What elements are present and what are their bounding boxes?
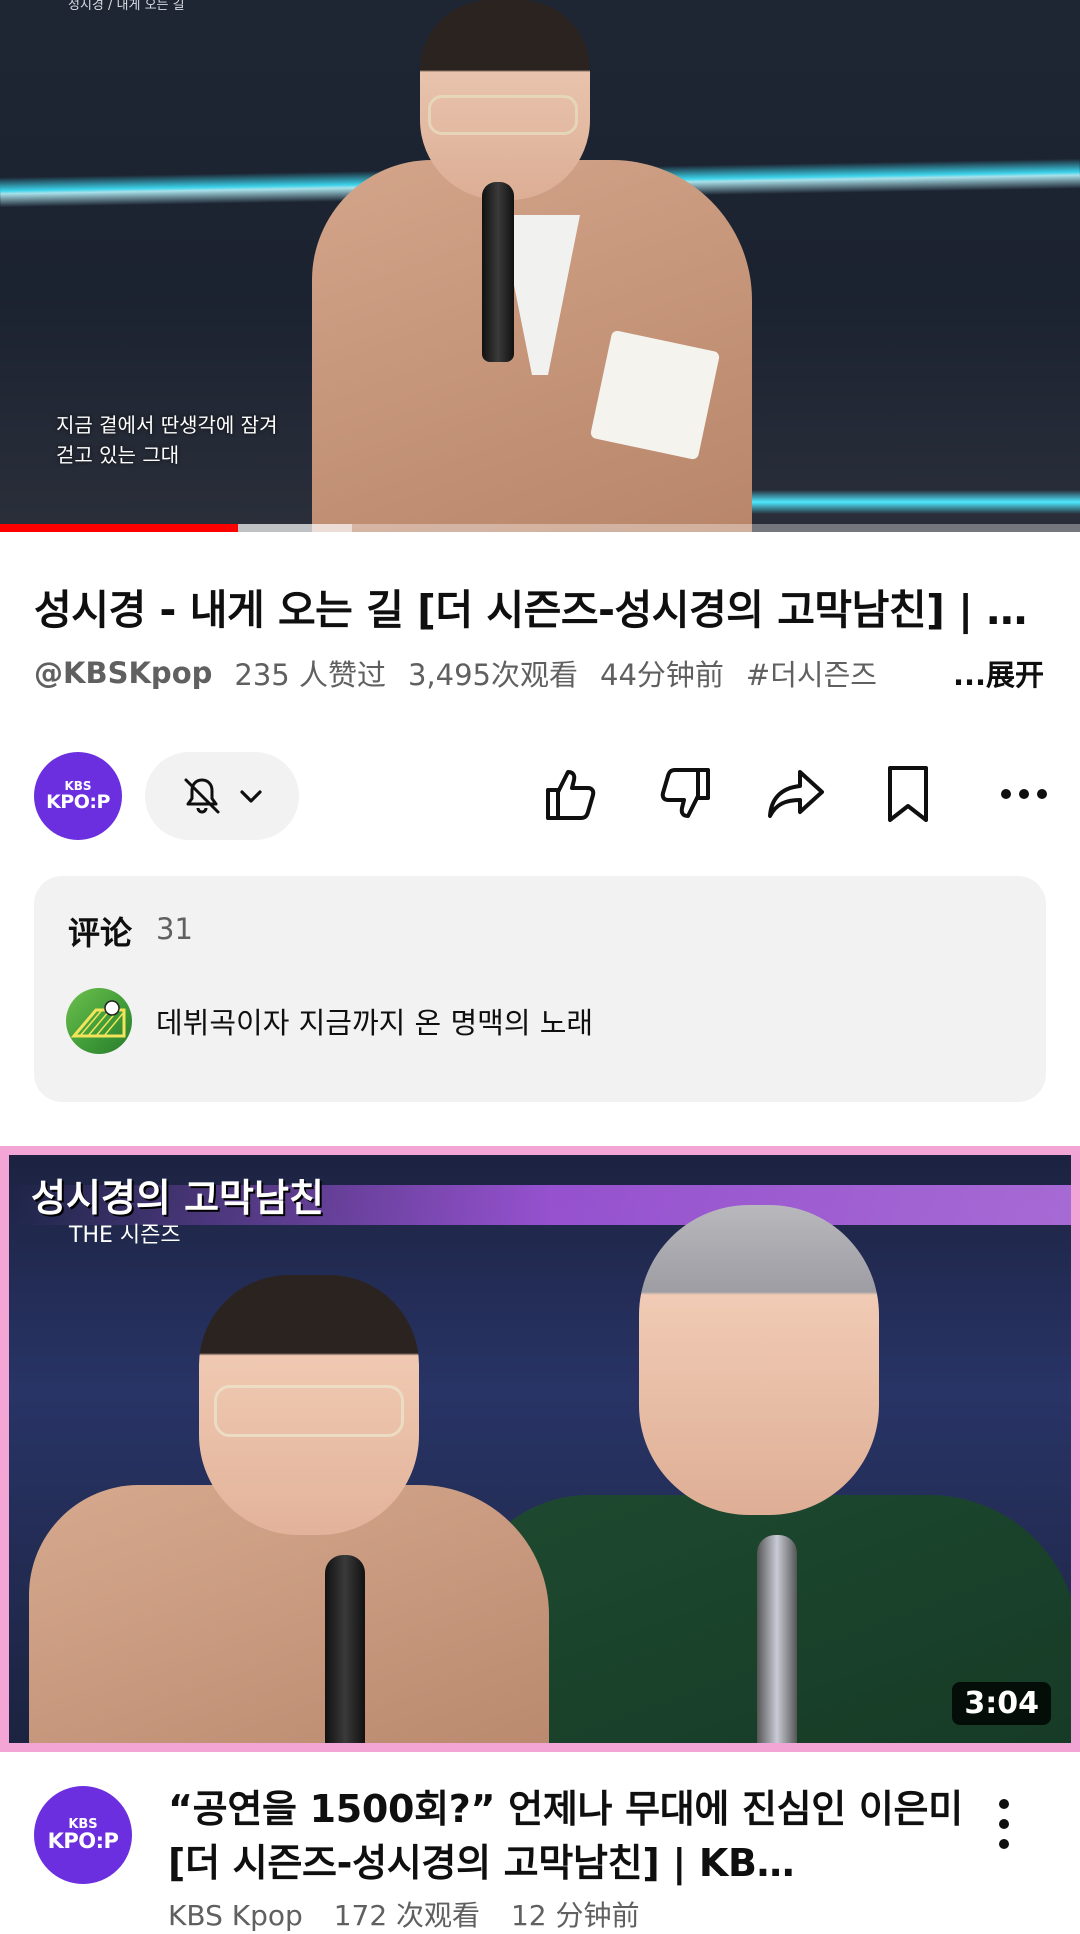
video-subtitle: 지금 곁에서 딴생각에 잠겨 걷고 있는 그대	[56, 410, 277, 470]
thumbnail-show-logo-sub: THE 시즌즈	[69, 1223, 181, 1248]
video-frame-figure	[428, 95, 578, 135]
upload-time: 44分钟前	[600, 658, 724, 692]
view-count: 3,495次观看	[407, 658, 578, 692]
comments-count: 31	[156, 912, 193, 946]
video-player[interactable]: 성시경 / 내게 오는 길 지금 곁에서 딴생각에 잠겨 걷고 있는 그대	[0, 0, 1080, 532]
recommended-channel-name[interactable]: KBS Kpop	[168, 1899, 303, 1932]
expand-description-button[interactable]: ...展开	[942, 652, 1044, 694]
recommended-upload-time: 12 分钟前	[510, 1899, 640, 1932]
bell-off-icon	[184, 778, 220, 814]
chevron-down-icon	[240, 790, 262, 803]
share-icon[interactable]	[764, 762, 828, 826]
comments-label: 评论	[68, 914, 133, 952]
recommended-video-meta: KBS Kpop 172 次观看 12 分钟前	[168, 1894, 662, 1934]
commenter-avatar	[66, 988, 132, 1054]
video-overlay-caption: 성시경 / 내게 오는 길	[68, 0, 185, 13]
save-icon[interactable]	[876, 762, 940, 826]
recommended-channel-avatar[interactable]: KBS KPO:P	[34, 1786, 132, 1884]
channel-handle[interactable]: @KBSKpop	[34, 656, 212, 690]
action-bar: KBS KPO:P	[0, 740, 1080, 850]
thumbnail-show-logo: 성시경의 고막남친	[31, 1176, 324, 1220]
recommended-video-title[interactable]: “공연을 1500회?” 언제나 무대에 진심인 이은미 [더 시즌즈-성시경의…	[168, 1782, 968, 1890]
video-frame-figure	[482, 182, 514, 362]
progress-played	[0, 524, 238, 532]
thumbnail-figure	[459, 1195, 1071, 1743]
channel-logo-text: KPO:P	[47, 1829, 119, 1853]
soccer-goal-icon	[70, 1000, 126, 1038]
recommended-video-thumbnail[interactable]: 성시경의 고막남친 THE 시즌즈 3:04	[0, 1146, 1080, 1752]
subtitle-line: 지금 곁에서 딴생각에 잠겨	[56, 413, 278, 437]
dislike-icon[interactable]	[652, 762, 716, 826]
subscription-bell-button[interactable]	[145, 752, 299, 840]
stage-light-decoration	[700, 490, 1080, 514]
kebab-menu-icon[interactable]	[986, 1794, 1022, 1854]
comments-panel[interactable]: 评论 31 데뷔곡이자 지금까지 온 명맥의 노래	[34, 876, 1046, 1102]
top-comment-text: 데뷔곡이자 지금까지 온 명맥의 노래	[156, 1006, 594, 1040]
like-count: 235 人赞过	[234, 658, 386, 692]
video-frame-figure	[589, 329, 721, 461]
hashtag-link[interactable]: #더시즌즈	[746, 652, 877, 694]
recommended-view-count: 172 次观看	[333, 1899, 481, 1932]
like-icon[interactable]	[540, 762, 604, 826]
thumbnail-figure	[29, 1275, 549, 1743]
channel-logo-text: KPO:P	[46, 791, 110, 813]
video-duration-badge: 3:04	[952, 1682, 1051, 1725]
video-meta-row[interactable]: @KBSKpop 235 人赞过 3,495次观看 44分钟前 #더시즌즈 ..…	[34, 652, 1044, 694]
channel-avatar[interactable]: KBS KPO:P	[34, 752, 122, 840]
video-title[interactable]: 성시경 - 내게 오는 길 [더 시즌즈-성시경의 고막남친] | KBS 23…	[34, 576, 1044, 636]
progress-bar[interactable]	[0, 524, 1080, 532]
more-icon[interactable]	[992, 762, 1056, 826]
subtitle-line: 걷고 있는 그대	[56, 443, 180, 467]
